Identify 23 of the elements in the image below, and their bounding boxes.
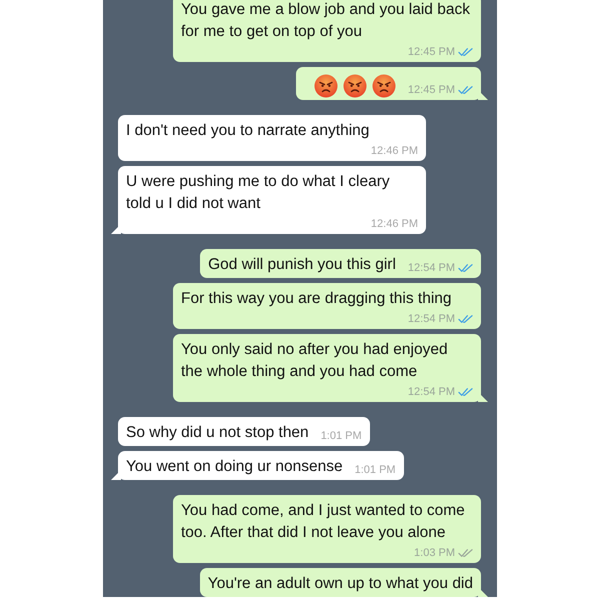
message-time: 1:03 PM [414, 546, 455, 560]
message-time: 1:01 PM [320, 428, 362, 444]
angry-face-icon [314, 74, 338, 98]
message-text: God will punish you this girl [208, 255, 396, 275]
message-time: 12:46 PM [370, 144, 418, 158]
message-text: You gave me a blow job and you laid back for me to get on top of you [181, 0, 471, 42]
message-time: 12:45 PM [408, 44, 455, 60]
angry-face-icon [342, 74, 367, 98]
message-text: You only said no after you had enjoyed the whole thing and you had come [181, 340, 449, 382]
angry-face-icon [372, 74, 396, 98]
message-time: 12:45 PM [408, 82, 455, 98]
message-text: You're an adult own up to what you did [208, 574, 473, 594]
message-text: U were pushing me to do what I cleary told u I did not want [126, 172, 391, 214]
message-time: 12:54 PM [408, 312, 455, 326]
message-time: 12:46 PM [370, 216, 418, 232]
message-time: 12:54 PM [408, 260, 455, 276]
message-time: 12:54 PM [408, 384, 455, 400]
message-text: You went on doing ur nonsense [126, 457, 343, 477]
message-text: You had come, and I just wanted to come too. After that did I not leave you alone [181, 501, 466, 543]
message-text: I don't need you to narrate anything [126, 121, 370, 141]
message-text: For this way you are dragging this thing [181, 289, 452, 309]
message-text: So why did u not stop then [126, 423, 309, 443]
message-time: 1:01 PM [354, 462, 396, 478]
